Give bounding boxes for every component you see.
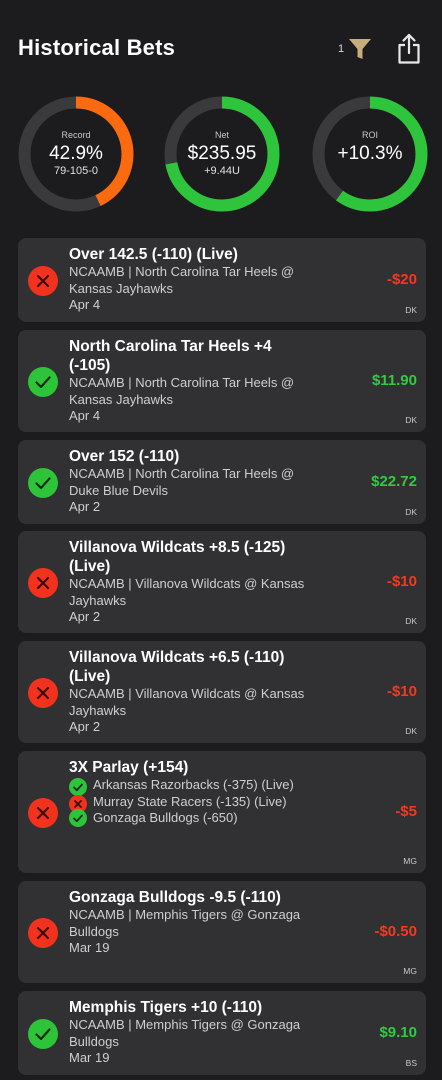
roi-value: +10.3% xyxy=(337,143,403,164)
bet-amount: -$5 xyxy=(395,803,417,820)
bet-details: Villanova Wildcats +8.5 (-125) (Live) NC… xyxy=(69,538,316,626)
loss-icon xyxy=(28,678,58,708)
bet-card[interactable]: North Carolina Tar Heels +4 (-105) NCAAM… xyxy=(18,330,426,432)
bet-details: Over 142.5 (-110) (Live) NCAAMB | North … xyxy=(69,245,316,314)
bet-amount: -$20 xyxy=(386,271,417,288)
bet-game: NCAAMB | Memphis Tigers @ Gonzaga Bulldo… xyxy=(69,907,301,939)
bet-title: Over 152 (-110) xyxy=(69,448,180,465)
bet-amount: -$10 xyxy=(386,683,417,700)
bet-title: Gonzaga Bulldogs -9.5 (-110) xyxy=(69,889,281,906)
net-value: $235.95 xyxy=(187,143,257,164)
bet-date: Mar 19 xyxy=(69,940,110,955)
bet-card[interactable]: Gonzaga Bulldogs -9.5 (-110) NCAAMB | Me… xyxy=(18,881,426,983)
page-title: Historical Bets xyxy=(18,35,176,60)
bet-details: Villanova Wildcats +6.5 (-110) (Live) NC… xyxy=(69,648,316,736)
bet-amount: $11.90 xyxy=(371,372,417,389)
loss-icon xyxy=(28,798,58,828)
loss-icon xyxy=(28,568,58,598)
header: Historical Bets 1 xyxy=(0,0,442,100)
win-icon xyxy=(28,468,58,498)
sportsbook-label: DK xyxy=(405,507,417,517)
bet-details: 3X Parlay (+154) Arkansas Razorbacks (-3… xyxy=(69,758,316,827)
sportsbook-label: DK xyxy=(405,616,417,626)
bet-amount: -$0.50 xyxy=(374,923,417,940)
bet-details: North Carolina Tar Heels +4 (-105) NCAAM… xyxy=(69,337,316,425)
bet-date: Apr 4 xyxy=(69,297,101,312)
bet-details: Over 152 (-110) NCAAMB | North Carolina … xyxy=(69,447,316,516)
bet-game: NCAAMB | North Carolina Tar Heels @ Kans… xyxy=(69,264,295,296)
sportsbook-label: MG xyxy=(403,856,417,866)
net-ring: Net $235.95 +9.44U xyxy=(163,95,281,213)
roi-label: ROI xyxy=(361,130,378,140)
bet-amount: -$10 xyxy=(386,573,417,590)
parlay-leg: Murray State Racers (-135) (Live) xyxy=(69,793,316,813)
win-icon xyxy=(28,367,58,397)
bet-title: Memphis Tigers +10 (-110) xyxy=(69,999,263,1016)
bet-title: Villanova Wildcats +8.5 (-125) (Live) xyxy=(69,539,286,575)
filter-count-badge: 1 xyxy=(338,43,345,55)
record-sub: 79-105-0 xyxy=(53,165,99,177)
loss-icon xyxy=(28,918,58,948)
bet-game: NCAAMB | Villanova Wildcats @ Kansas Jay… xyxy=(69,576,305,608)
stats-rings: Record 42.9% 79-105-0 Net $235.95 +9.44U… xyxy=(0,95,442,215)
bet-game: NCAAMB | North Carolina Tar Heels @ Kans… xyxy=(69,375,295,407)
sportsbook-label: MG xyxy=(403,966,417,976)
bet-date: Apr 2 xyxy=(69,719,101,734)
bet-amount: $22.72 xyxy=(371,473,417,490)
net-label: Net xyxy=(214,130,229,140)
sportsbook-label: DK xyxy=(405,415,417,425)
record-ring: Record 42.9% 79-105-0 xyxy=(17,95,135,213)
roi-ring: ROI +10.3% xyxy=(311,95,429,213)
bet-card[interactable]: Villanova Wildcats +6.5 (-110) (Live) NC… xyxy=(18,641,426,743)
bet-title: Villanova Wildcats +6.5 (-110) (Live) xyxy=(69,649,285,685)
bet-date: Apr 2 xyxy=(69,499,101,514)
parlay-card[interactable]: 3X Parlay (+154) Arkansas Razorbacks (-3… xyxy=(18,751,426,873)
bet-card[interactable]: Villanova Wildcats +8.5 (-125) (Live) NC… xyxy=(18,531,426,633)
record-value: 42.9% xyxy=(49,143,103,164)
bet-date: Apr 4 xyxy=(69,408,101,423)
bet-card[interactable]: Over 142.5 (-110) (Live) NCAAMB | North … xyxy=(18,238,426,322)
bet-game: NCAAMB | Villanova Wildcats @ Kansas Jay… xyxy=(69,686,305,718)
win-icon xyxy=(69,809,87,827)
bet-game: NCAAMB | North Carolina Tar Heels @ Duke… xyxy=(69,466,295,498)
sportsbook-label: BS xyxy=(405,1058,417,1068)
parlay-leg: Arkansas Razorbacks (-375) (Live) xyxy=(69,777,316,796)
parlay-leg-text: Gonzaga Bulldogs (-650) xyxy=(93,810,238,825)
bet-game: NCAAMB | Memphis Tigers @ Gonzaga Bulldo… xyxy=(69,1017,301,1049)
filter-icon[interactable] xyxy=(347,36,373,62)
parlay-leg-text: Murray State Racers (-135) (Live) xyxy=(93,793,287,809)
parlay-leg: Gonzaga Bulldogs (-650) xyxy=(69,809,316,827)
bet-title: North Carolina Tar Heels +4 (-105) xyxy=(69,338,272,374)
bet-amount: $9.10 xyxy=(379,1024,417,1041)
bet-title: 3X Parlay (+154) xyxy=(69,759,189,776)
bet-details: Gonzaga Bulldogs -9.5 (-110) NCAAMB | Me… xyxy=(69,888,316,957)
bet-details: Memphis Tigers +10 (-110) NCAAMB | Memph… xyxy=(69,998,316,1067)
net-sub: +9.44U xyxy=(204,165,240,177)
bet-date: Mar 19 xyxy=(69,1050,110,1065)
record-label: Record xyxy=(61,130,91,140)
share-icon[interactable] xyxy=(396,33,422,65)
bet-card[interactable]: Memphis Tigers +10 (-110) NCAAMB | Memph… xyxy=(18,991,426,1075)
win-icon xyxy=(28,1019,58,1049)
bet-card[interactable]: Over 152 (-110) NCAAMB | North Carolina … xyxy=(18,440,426,524)
sportsbook-label: DK xyxy=(405,305,417,315)
bet-date: Apr 2 xyxy=(69,609,101,624)
bet-title: Over 142.5 (-110) (Live) xyxy=(69,246,238,263)
parlay-leg-text: Arkansas Razorbacks (-375) (Live) xyxy=(93,777,294,792)
loss-icon xyxy=(28,266,58,296)
sportsbook-label: DK xyxy=(405,726,417,736)
